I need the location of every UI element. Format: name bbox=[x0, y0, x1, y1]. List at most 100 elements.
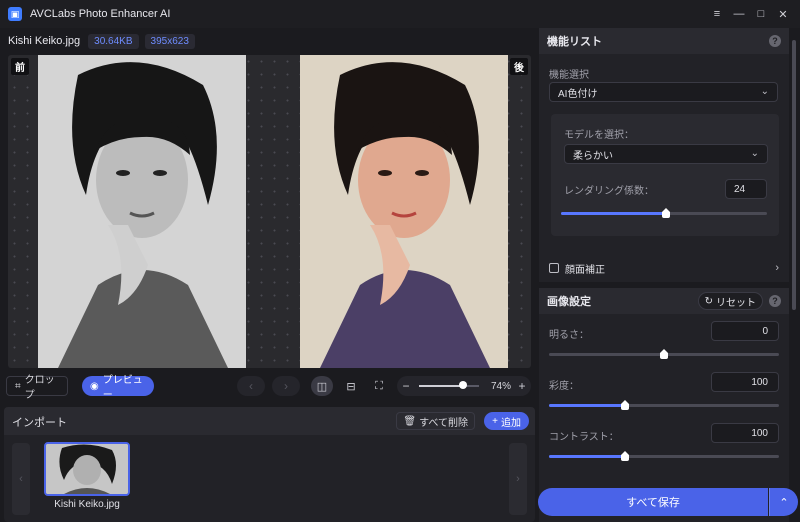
zoom-slider-knob[interactable] bbox=[459, 381, 468, 389]
side-by-side-button[interactable]: ⊟ bbox=[340, 376, 362, 396]
fit-screen-icon: ⛶ bbox=[375, 379, 383, 392]
eye-icon: ◉ bbox=[90, 380, 99, 392]
window-controls: ≡ — □ ✕ bbox=[706, 0, 794, 28]
crop-label: クロップ bbox=[24, 375, 55, 401]
fit-screen-button[interactable]: ⛶ bbox=[368, 376, 390, 396]
function-select-label: 機能選択 bbox=[549, 70, 589, 81]
brightness-knob[interactable] bbox=[660, 349, 668, 359]
feature-list-body: 機能選択 AI色付け ⌄ モデルを選択： 柔らかい ⌄ レンダリング係数： 24… bbox=[539, 54, 789, 282]
thumbnail-scroll-left[interactable]: ‹ bbox=[12, 443, 30, 515]
rendering-factor-label: レンダリング係数： bbox=[564, 186, 654, 197]
feature-list-title: 機能リスト bbox=[547, 36, 602, 48]
help-icon[interactable]: ? bbox=[769, 295, 781, 307]
preview-toolbar: ⌗ クロップ ◉ プレビュー ‹ › ◫ ⊟ ⛶ − 74% + bbox=[0, 374, 531, 401]
rendering-factor-knob[interactable] bbox=[662, 208, 670, 218]
chevron-left-icon: ‹ bbox=[249, 379, 253, 393]
zoom-control: − 74% + bbox=[397, 376, 531, 396]
saturation-slider[interactable] bbox=[549, 400, 779, 410]
help-icon[interactable]: ? bbox=[769, 35, 781, 47]
after-portrait bbox=[300, 55, 508, 368]
reset-label: リセット bbox=[716, 297, 756, 309]
zoom-slider[interactable] bbox=[419, 381, 479, 389]
import-panel: インポート 🗑 すべて削除 + 追加 ‹ Kishi Keiko.jpg › bbox=[4, 407, 535, 522]
rendering-factor-input[interactable]: 24 bbox=[725, 179, 767, 199]
chevron-down-icon: ⌄ bbox=[750, 148, 759, 159]
saturation-input[interactable]: 100 bbox=[711, 372, 779, 392]
file-info: Kishi Keiko.jpg 30.64KB 395x623 bbox=[8, 32, 195, 50]
contrast-slider[interactable] bbox=[549, 451, 779, 461]
panel-scrollbar[interactable] bbox=[792, 40, 796, 310]
after-label: 後 bbox=[510, 58, 528, 75]
rendering-factor-fill bbox=[561, 212, 667, 215]
function-select[interactable]: AI色付け ⌄ bbox=[549, 82, 778, 102]
rendering-factor-slider[interactable] bbox=[561, 208, 767, 218]
before-image bbox=[38, 55, 246, 368]
chevron-up-icon: ⌃ bbox=[779, 496, 789, 509]
thumbnail-image bbox=[46, 444, 128, 494]
app-logo-icon: ▣ bbox=[8, 7, 22, 21]
function-select-value: AI色付け bbox=[558, 88, 598, 100]
clear-all-label: すべて削除 bbox=[419, 417, 468, 429]
chevron-down-icon: ⌄ bbox=[760, 86, 769, 97]
app-title: AVCLabs Photo Enhancer AI bbox=[30, 8, 171, 20]
save-all-button[interactable]: すべて保存 bbox=[538, 488, 768, 516]
brightness-input[interactable]: 0 bbox=[711, 321, 779, 341]
close-icon[interactable]: ✕ bbox=[772, 0, 794, 28]
contrast-input[interactable]: 100 bbox=[711, 423, 779, 443]
file-size-badge: 30.64KB bbox=[88, 33, 139, 49]
brightness-slider[interactable] bbox=[549, 349, 779, 359]
saturation-knob[interactable] bbox=[621, 400, 629, 410]
minimize-icon[interactable]: — bbox=[728, 0, 750, 28]
preview-label: プレビュー bbox=[102, 375, 143, 401]
add-label: 追加 bbox=[501, 417, 521, 429]
chevron-right-icon: › bbox=[516, 473, 520, 485]
feature-list-header: 機能リスト ? bbox=[539, 28, 789, 54]
import-title: インポート bbox=[12, 417, 67, 429]
crop-button[interactable]: ⌗ クロップ bbox=[6, 375, 68, 401]
trash-icon: 🗑 bbox=[403, 415, 417, 427]
maximize-icon[interactable]: □ bbox=[750, 0, 772, 28]
file-name: Kishi Keiko.jpg bbox=[8, 35, 81, 47]
menu-icon[interactable]: ≡ bbox=[706, 0, 728, 28]
plus-icon: + bbox=[492, 415, 498, 427]
face-correction-label: 顔面補正 bbox=[565, 264, 605, 276]
zoom-value: 74% bbox=[490, 380, 511, 392]
clear-all-button[interactable]: 🗑 すべて削除 bbox=[396, 412, 475, 430]
import-header: インポート 🗑 すべて削除 + 追加 bbox=[4, 407, 535, 435]
preview-canvas[interactable]: 前 後 bbox=[8, 55, 531, 368]
contrast-fill bbox=[549, 455, 625, 458]
image-settings-header: 画像設定 ↻ リセット ? bbox=[539, 288, 789, 314]
model-settings-box: モデルを選択： 柔らかい ⌄ レンダリング係数： 24 bbox=[551, 114, 779, 236]
chevron-right-icon: › bbox=[284, 379, 288, 393]
save-options-button[interactable]: ⌃ bbox=[769, 488, 798, 516]
split-view-icon: ◫ bbox=[316, 380, 328, 393]
thumbnail-item[interactable] bbox=[44, 442, 130, 496]
model-select-value: 柔らかい bbox=[573, 150, 613, 162]
file-dimensions-badge: 395x623 bbox=[144, 33, 195, 49]
chevron-left-icon: ‹ bbox=[19, 473, 23, 485]
add-button[interactable]: + 追加 bbox=[484, 412, 529, 430]
next-button[interactable]: › bbox=[272, 376, 300, 396]
chevron-right-icon: › bbox=[775, 262, 779, 274]
model-select[interactable]: 柔らかい ⌄ bbox=[564, 144, 768, 164]
reset-icon: ↻ bbox=[704, 295, 713, 307]
zoom-in-icon[interactable]: + bbox=[513, 379, 531, 393]
preview-button[interactable]: ◉ プレビュー bbox=[82, 375, 154, 401]
zoom-slider-fill bbox=[419, 385, 464, 387]
crop-icon: ⌗ bbox=[15, 380, 21, 392]
face-correction-checkbox[interactable] bbox=[549, 263, 559, 273]
previous-button[interactable]: ‹ bbox=[237, 376, 265, 396]
image-settings-title: 画像設定 bbox=[547, 296, 591, 308]
saturation-fill bbox=[549, 404, 625, 407]
thumbnail-name: Kishi Keiko.jpg bbox=[54, 499, 120, 510]
saturation-label: 彩度： bbox=[549, 381, 579, 392]
before-portrait bbox=[38, 55, 246, 368]
face-correction-row[interactable]: 顔面補正 › bbox=[539, 257, 789, 279]
zoom-out-icon[interactable]: − bbox=[397, 379, 415, 393]
reset-button[interactable]: ↻ リセット bbox=[697, 292, 763, 310]
before-label: 前 bbox=[11, 58, 29, 75]
split-view-button[interactable]: ◫ bbox=[311, 376, 333, 396]
title-bar: ▣ AVCLabs Photo Enhancer AI ≡ — □ ✕ bbox=[0, 0, 800, 28]
thumbnail-scroll-right[interactable]: › bbox=[509, 443, 527, 515]
contrast-knob[interactable] bbox=[621, 451, 629, 461]
